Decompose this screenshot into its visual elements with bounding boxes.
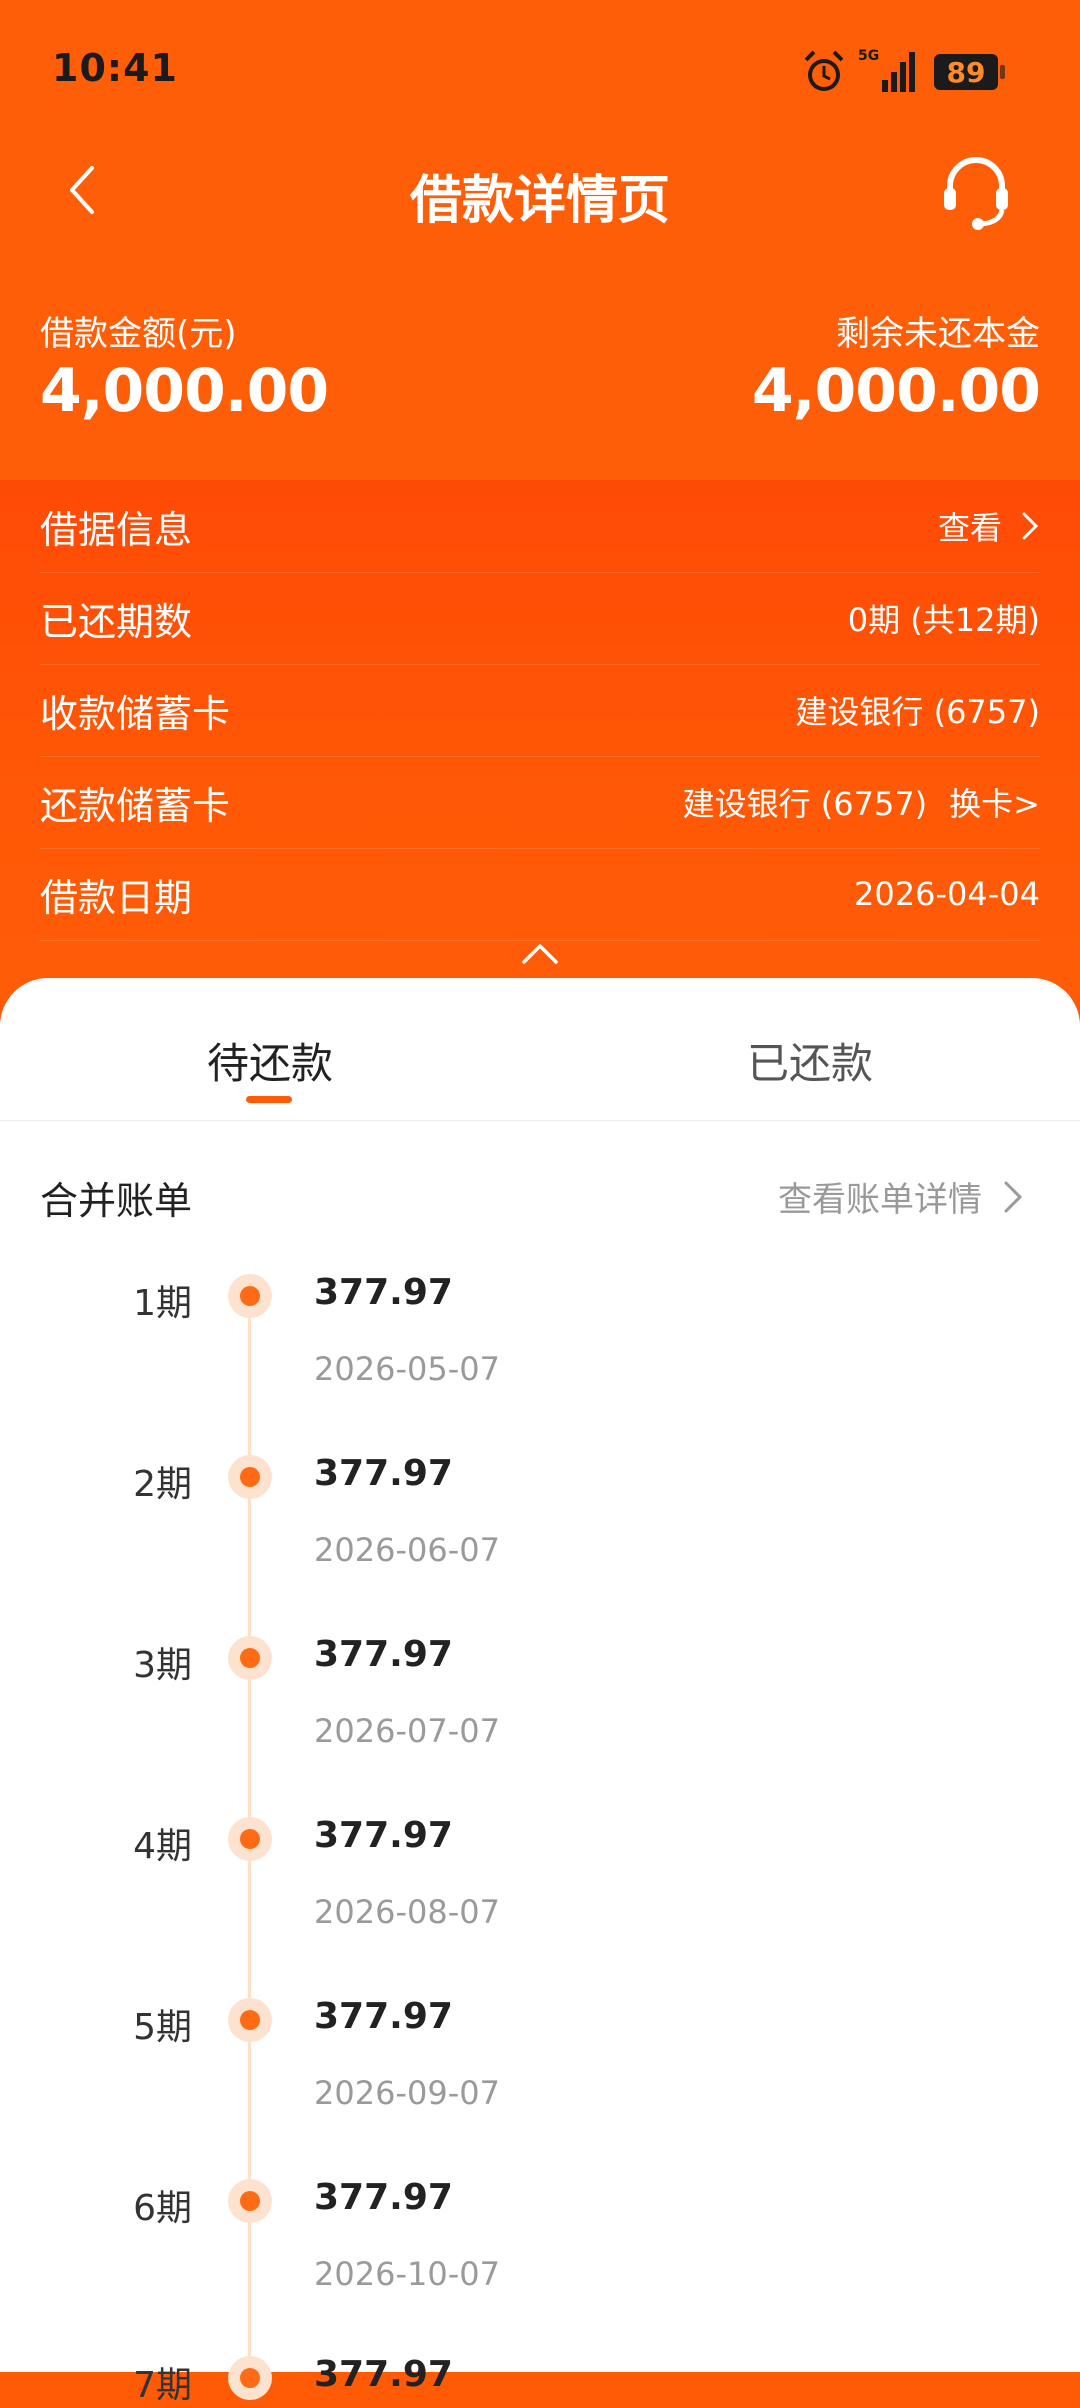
remaining-principal-value: 4,000.00 [751,356,1041,426]
network-type: 5G [858,48,879,64]
merged-bill-title: 合并账单 [40,1179,193,1223]
timeline-dot [228,1274,272,1318]
chevron-right-icon [1004,1181,1023,1212]
battery-level: 89 [946,55,986,89]
installment-period: 1期 [133,1283,192,1324]
installment-due-date: 2026-06-07 [314,1531,500,1569]
installment-amount: 377.97 [314,1272,453,1313]
customer-service-icon[interactable] [940,154,1012,234]
header: 10:41 5G 89 借款详情页 借款金额(元) 4,000.00 剩余未还本… [0,0,1080,480]
installment-period: 7期 [133,2365,192,2406]
loan-amount-value: 4,000.00 [40,356,329,426]
view-bill-details-link[interactable]: 查看账单详情 [778,1172,1024,1221]
info-value: 2026-04-04 [854,875,1040,913]
info-value: 建设银行 (6757) [795,693,1040,731]
installment-period: 3期 [133,1645,192,1686]
tab-repaid[interactable]: 已还款 [540,1030,1080,1091]
info-value: 查看 [938,503,1040,549]
installment-amount: 377.97 [314,2177,453,2218]
timeline-dot [228,2179,272,2223]
repayment-sheet: 待还款 已还款 合并账单 查看账单详情 1期 377.97 2026-05-07… [0,978,1080,2406]
alarm-icon [804,50,844,91]
loan-amount-label: 借款金额(元) [40,314,237,354]
installment-amount: 377.97 [314,1996,453,2037]
installment-due-date: 2026-05-07 [314,1350,500,1388]
installment-period: 6期 [133,2188,192,2229]
info-value: 0期 (共12期) [847,601,1040,639]
installment-amount: 377.97 [314,1815,453,1856]
change-card-link[interactable]: 换卡> [949,779,1040,825]
page-title: 借款详情页 [409,171,670,231]
info-row-repayment-card: 还款储蓄卡 建设银行 (6757) 换卡> [40,756,1040,849]
status-bar: 10:41 5G 89 [0,0,1080,140]
remaining-principal-label: 剩余未还本金 [836,314,1040,354]
info-label: 借款日期 [40,875,193,920]
installment-period: 2期 [133,1464,192,1505]
chevron-up-icon[interactable] [520,940,560,966]
info-row-receiving-card: 收款储蓄卡 建设银行 (6757) [40,664,1040,757]
info-row-iou[interactable]: 借据信息 查看 [40,480,1040,573]
info-label: 还款储蓄卡 [40,783,231,828]
repayment-card-value: 建设银行 (6757) [682,785,928,823]
timeline-dot [228,1455,272,1499]
installment-due-date: 2026-07-07 [314,1712,500,1750]
info-label: 收款储蓄卡 [40,691,231,736]
loan-info-section: 借据信息 查看 已还期数 0期 (共12期) 收款储蓄卡 建设银行 (6757)… [0,480,1080,1000]
installment-due-date: 2026-10-07 [314,2255,500,2293]
info-label: 借据信息 [40,507,193,552]
info-row-paid-periods: 已还期数 0期 (共12期) [40,572,1040,665]
timeline-dot [228,1636,272,1680]
info-row-loan-date: 借款日期 2026-04-04 [40,848,1040,941]
signal-icon: 5G [858,48,915,92]
tab-indicator [246,1096,292,1103]
timeline-dot [228,1998,272,2042]
timeline-dot [228,2356,272,2400]
installment-due-date: 2026-08-07 [314,1893,500,1931]
status-time: 10:41 [52,46,178,90]
info-label: 已还期数 [40,599,193,644]
divider [0,1120,1080,1121]
installment-amount: 377.97 [314,1634,453,1675]
chevron-right-icon [1022,512,1039,540]
installment-amount: 377.97 [314,1453,453,1494]
installment-amount: 377.97 [314,2354,453,2395]
view-link[interactable]: 查看 [938,503,1002,549]
info-value: 建设银行 (6757) 换卡> [683,779,1040,825]
timeline-dot [228,1817,272,1861]
tab-pending[interactable]: 待还款 [0,1030,540,1091]
view-bill-details-label: 查看账单详情 [778,1180,982,1220]
installment-period: 5期 [133,2007,192,2048]
installment-period: 4期 [133,1826,192,1867]
installment-due-date: 2026-09-07 [314,2074,500,2112]
